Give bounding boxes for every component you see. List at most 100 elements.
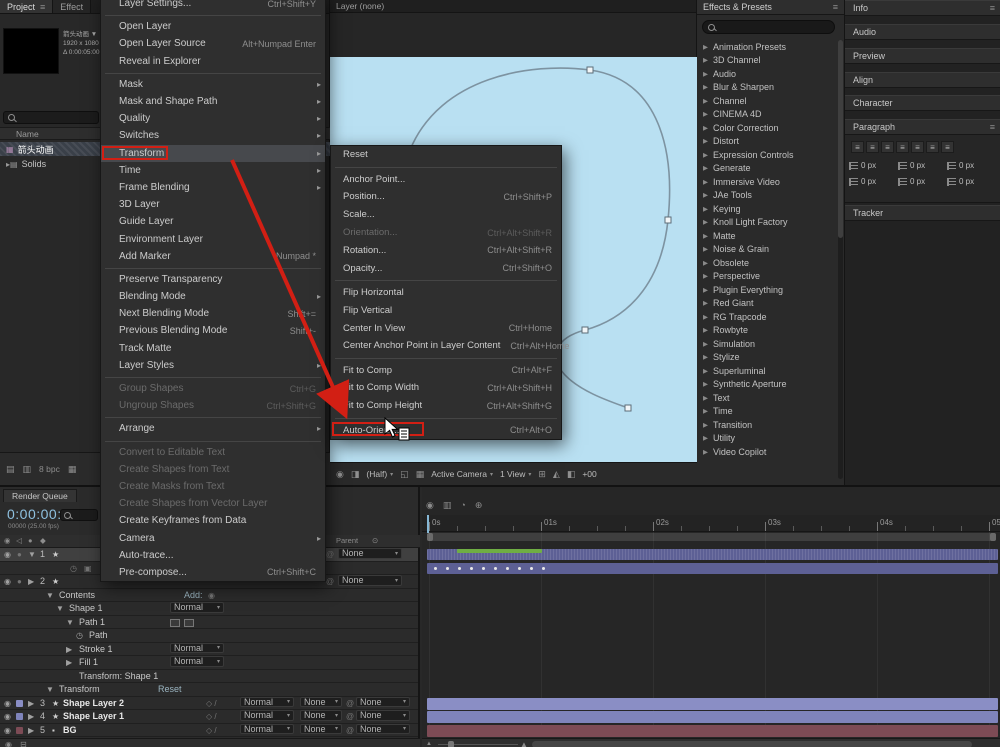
transform-submenu-item-flip-vertical[interactable]: Flip Vertical	[331, 301, 561, 319]
path-vertex-handle[interactable]	[587, 67, 593, 73]
path-vertex-handle[interactable]	[665, 217, 671, 223]
effects-category-knoll-light-factory[interactable]: ▶Knoll Light Factory	[697, 216, 838, 230]
layer-menu-item-frame-blending[interactable]: Frame Blending▸	[101, 179, 325, 196]
eye-icon[interactable]: ◉	[4, 548, 11, 562]
keyframe-dot[interactable]	[518, 567, 521, 570]
eye-icon[interactable]: ◉	[4, 575, 11, 589]
keyframe-dot[interactable]	[506, 567, 509, 570]
view-layout-select[interactable]: 1 View▾	[500, 469, 531, 479]
twirl-icon[interactable]: ▶	[28, 697, 34, 711]
transform-submenu-item-rotation[interactable]: Rotation...Ctrl+Alt+Shift+R	[331, 241, 561, 259]
panel-header-align[interactable]: Align	[845, 72, 1000, 88]
effects-category-noise-grain[interactable]: ▶Noise & Grain	[697, 243, 838, 257]
zoom-slider-thumb[interactable]	[448, 741, 454, 747]
transform-submenu-item-center-anchor-point-in-layer-content[interactable]: Center Anchor Point in Layer ContentCtrl…	[331, 337, 561, 355]
layer-menu-item-pre-compose[interactable]: Pre-compose...Ctrl+Shift+C	[101, 564, 325, 581]
label-color-chip[interactable]	[16, 713, 23, 720]
effects-category-generate[interactable]: ▶Generate	[697, 162, 838, 176]
effects-category-rg-trapcode[interactable]: ▶RG Trapcode	[697, 310, 838, 324]
blend-mode-select[interactable]: Normal▾	[240, 724, 294, 735]
track-area[interactable]	[422, 487, 1000, 747]
panel-header-paragraph[interactable]: Paragraph≡	[845, 119, 1000, 135]
effects-category-perspective[interactable]: ▶Perspective	[697, 270, 838, 284]
panel-menu-icon[interactable]: ≡	[40, 2, 45, 12]
effects-category-stylize[interactable]: ▶Stylize	[697, 351, 838, 365]
effects-category-utility[interactable]: ▶Utility	[697, 432, 838, 446]
path-direction-icon[interactable]	[170, 619, 180, 627]
transform-submenu-item-fit-to-comp[interactable]: Fit to CompCtrl+Alt+F	[331, 361, 561, 379]
trash-icon[interactable]: ▦	[68, 464, 77, 475]
grid-guides-icon[interactable]: ▦	[416, 469, 425, 480]
parent-pickwhip-icon[interactable]: @	[346, 710, 354, 724]
effects-category-matte[interactable]: ▶Matte	[697, 229, 838, 243]
panel-header-info[interactable]: Info≡	[845, 0, 1000, 16]
list-view-icon[interactable]: ▤	[6, 464, 15, 475]
effects-category-red-giant[interactable]: ▶Red Giant	[697, 297, 838, 311]
layer-menu-item-open-layer[interactable]: Open Layer	[101, 18, 325, 35]
panel-header-tracker[interactable]: Tracker	[845, 205, 1000, 221]
layer-menu-item-next-blending-mode[interactable]: Next Blending ModeShift+=	[101, 305, 325, 322]
layer-menu-item-convert-to-editable-text[interactable]: Convert to Editable Text	[101, 444, 325, 461]
path-merge-icon[interactable]	[184, 619, 194, 627]
effects-category-expression-controls[interactable]: ▶Expression Controls	[697, 148, 838, 162]
keyframe-dot[interactable]	[470, 567, 473, 570]
layer-menu-item-track-matte[interactable]: Track Matte	[101, 340, 325, 357]
transform-submenu-item-orientation[interactable]: Orientation...Ctrl+Alt+Shift+R	[331, 224, 561, 242]
channel-icon[interactable]: ◨	[351, 469, 360, 480]
pixel-aspect-icon[interactable]: ⊞	[538, 469, 546, 480]
fast-preview-icon[interactable]: ◭	[553, 469, 560, 480]
bit-depth-button[interactable]: 8 bpc	[39, 464, 60, 474]
effects-category-immersive-video[interactable]: ▶Immersive Video	[697, 175, 838, 189]
twirl-icon[interactable]: ▼	[56, 602, 64, 616]
eye-icon[interactable]: ◉	[4, 697, 11, 711]
stopwatch-icon[interactable]: ◷	[76, 629, 83, 643]
transfer-controls-icon[interactable]: ⊟	[20, 740, 27, 747]
effects-category-keying[interactable]: ▶Keying	[697, 202, 838, 216]
transform-submenu-item-flip-horizontal[interactable]: Flip Horizontal	[331, 284, 561, 302]
parent-select[interactable]: None▾	[356, 710, 410, 721]
layer-menu-item-switches[interactable]: Switches▸	[101, 127, 325, 144]
layer-duration-bar[interactable]	[427, 725, 998, 737]
transform-submenu-item-reset[interactable]: Reset	[331, 146, 561, 164]
keyframe-dot[interactable]	[482, 567, 485, 570]
property-action[interactable]: Reset	[158, 683, 182, 697]
graph-icon[interactable]: ▣	[84, 562, 92, 576]
layer-menu-item-create-masks-from-text[interactable]: Create Masks from Text	[101, 478, 325, 495]
effects-category-blur-sharpen[interactable]: ▶Blur & Sharpen	[697, 81, 838, 95]
keyframe-dot[interactable]	[494, 567, 497, 570]
parent-select[interactable]: None▾	[356, 724, 410, 735]
transform-submenu-item-scale[interactable]: Scale...	[331, 206, 561, 224]
transform-submenu-item-fit-to-comp-height[interactable]: Fit to Comp HeightCtrl+Alt+Shift+G	[331, 397, 561, 415]
transform-submenu-item-auto-orient[interactable]: Auto-Orient...Ctrl+Alt+O	[331, 421, 561, 439]
trkmat-select[interactable]: None▾	[300, 710, 342, 721]
layer-menu-item-group-shapes[interactable]: Group ShapesCtrl+G	[101, 380, 325, 397]
trkmat-select[interactable]: None▾	[300, 697, 342, 708]
layer-menu-item-environment-layer[interactable]: Environment Layer	[101, 230, 325, 247]
comp-flowchart-icon[interactable]: ◧	[567, 469, 576, 480]
layer-row-4[interactable]: ◉▶4★Shape Layer 1◇ /Normal▾None▾@None▾	[0, 710, 418, 724]
effects-category-3d-channel[interactable]: ▶3D Channel	[697, 54, 838, 68]
effects-category-obsolete[interactable]: ▶Obsolete	[697, 256, 838, 270]
path-vertex-handle[interactable]	[582, 327, 588, 333]
twirl-icon[interactable]: ▼	[46, 683, 54, 697]
layer-menu-item-3d-layer[interactable]: 3D Layer	[101, 196, 325, 213]
blend-mode-select[interactable]: Normal▾	[170, 643, 224, 654]
parent-select[interactable]: None▾	[338, 575, 402, 586]
layer-menu-item-previous-blending-mode[interactable]: Previous Blending ModeShift+-	[101, 322, 325, 339]
layer-menu-item-camera[interactable]: Camera▸	[101, 529, 325, 546]
parent-pickwhip-icon[interactable]: @	[326, 575, 334, 589]
blend-mode-select[interactable]: Normal▾	[240, 697, 294, 708]
layer-menu-item-quality[interactable]: Quality▸	[101, 110, 325, 127]
parent-select[interactable]: None▾	[356, 697, 410, 708]
resolution-select[interactable]: (Half)▾	[366, 469, 393, 479]
layer-duration-bar[interactable]	[427, 711, 998, 723]
panel-menu-icon[interactable]: ≡	[990, 122, 995, 132]
twirl-icon[interactable]: ▶	[28, 710, 34, 724]
justify-last-center-button[interactable]: ≡	[911, 141, 924, 153]
property-action[interactable]: Add:	[184, 589, 203, 603]
layer-menu-item-reveal-in-explorer[interactable]: Reveal in Explorer	[101, 53, 325, 70]
blend-mode-select[interactable]: Normal▾	[170, 656, 224, 667]
align-right-button[interactable]: ≡	[881, 141, 894, 153]
effects-category-plugin-everything[interactable]: ▶Plugin Everything	[697, 283, 838, 297]
effects-search-input[interactable]	[702, 20, 835, 34]
